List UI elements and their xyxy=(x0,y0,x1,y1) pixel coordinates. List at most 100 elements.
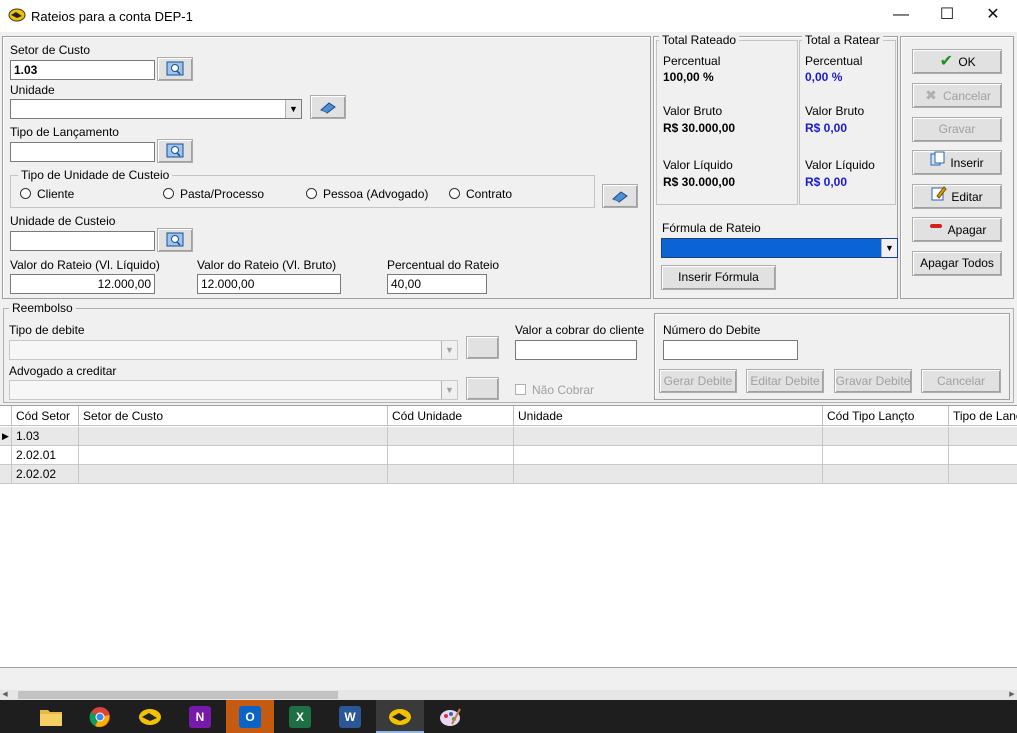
col-header-cod-tipo-lancto[interactable]: Cód Tipo Lançto xyxy=(823,406,949,426)
advogado-select[interactable]: ▼ xyxy=(9,380,458,400)
unidade-clear-button[interactable] xyxy=(310,95,346,119)
formula-select[interactable]: ▼ xyxy=(661,238,898,258)
scroll-right-icon[interactable]: ▶ xyxy=(1007,691,1017,699)
taskbar-paint[interactable] xyxy=(426,700,474,733)
cell-tipo-lancamento[interactable] xyxy=(949,446,1017,465)
gerar-debite-button[interactable]: Gerar Debite xyxy=(659,369,737,393)
status-strip xyxy=(0,667,1017,690)
editar-button[interactable]: Editar xyxy=(912,184,1002,209)
tipo-debite-select[interactable]: ▼ xyxy=(9,340,458,360)
col-header-cod-setor[interactable]: Cód Setor xyxy=(12,406,79,426)
apagar-todos-button[interactable]: Apagar Todos xyxy=(912,251,1002,276)
cancelar-button[interactable]: ✖ Cancelar xyxy=(912,83,1002,108)
col-header-setor-custo[interactable]: Setor de Custo xyxy=(79,406,388,426)
tipo-unidade-custeio-label: Tipo de Unidade de Custeio xyxy=(18,168,173,182)
taskbar-word[interactable]: W xyxy=(326,700,374,733)
cell-cod-tipo-lancto[interactable] xyxy=(823,465,949,484)
cell-setor-custo[interactable] xyxy=(79,465,388,484)
scroll-left-icon[interactable]: ◀ xyxy=(0,691,10,699)
table-row[interactable]: 2.02.02 xyxy=(0,465,1017,484)
a-ratear-percentual-label: Percentual xyxy=(805,54,863,68)
radio-pessoa-label: Pessoa (Advogado) xyxy=(323,187,429,201)
editar-debite-button[interactable]: Editar Debite xyxy=(746,369,824,393)
cell-unidade[interactable] xyxy=(514,465,823,484)
valor-cobrar-input[interactable] xyxy=(515,340,637,360)
unidade-custeio-search-button[interactable] xyxy=(157,228,193,252)
radio-pessoa-advogado[interactable]: Pessoa (Advogado) xyxy=(306,187,428,201)
tipo-debite-label: Tipo de debite xyxy=(9,323,85,337)
radio-contrato[interactable]: Contrato xyxy=(449,187,512,201)
cancelar-debite-button[interactable]: Cancelar xyxy=(921,369,1001,393)
close-button[interactable]: ✕ xyxy=(970,0,1016,32)
percentual-label: Percentual do Rateio xyxy=(387,258,500,272)
gravar-debite-button[interactable]: Gravar Debite xyxy=(834,369,912,393)
ok-button[interactable]: ✔ OK xyxy=(912,49,1002,74)
setor-custo-search-button[interactable] xyxy=(157,57,193,81)
handshake-icon xyxy=(389,709,411,725)
unidade-select[interactable]: ▼ xyxy=(10,99,302,119)
taskbar-chrome[interactable] xyxy=(76,700,124,733)
minimize-button[interactable]: — xyxy=(878,0,924,32)
a-ratear-liquido-value: R$ 0,00 xyxy=(805,175,848,189)
valor-liquido-input[interactable]: 12.000,00 xyxy=(10,274,155,294)
unidade-custeio-input[interactable] xyxy=(10,231,155,251)
chevron-down-icon: ▼ xyxy=(441,381,457,399)
cell-unidade[interactable] xyxy=(514,446,823,465)
percentual-input[interactable]: 40,00 xyxy=(387,274,487,294)
cell-cod-tipo-lancto[interactable] xyxy=(823,427,949,446)
tipo-unidade-clear-button[interactable] xyxy=(602,184,638,208)
unidade-custeio-label: Unidade de Custeio xyxy=(10,214,116,228)
valor-bruto-input[interactable]: 12.000,00 xyxy=(197,274,341,294)
col-header-cod-unidade[interactable]: Cód Unidade xyxy=(388,406,514,426)
row-indicator xyxy=(0,446,12,465)
editar-label: Editar xyxy=(951,190,983,204)
cell-setor-custo[interactable] xyxy=(79,427,388,446)
cell-cod-setor[interactable]: 1.03 xyxy=(12,427,79,446)
insert-document-icon xyxy=(930,151,946,175)
handshake-icon xyxy=(139,709,161,725)
cell-tipo-lancamento[interactable] xyxy=(949,427,1017,446)
tipo-lancamento-input[interactable] xyxy=(10,142,155,162)
taskbar-file-explorer[interactable] xyxy=(27,700,75,733)
apagar-todos-label: Apagar Todos xyxy=(920,256,994,270)
valor-liquido-label: Valor do Rateio (Vl. Líquido) xyxy=(10,258,160,272)
taskbar-excel[interactable]: X xyxy=(276,700,324,733)
nao-cobrar-checkbox[interactable]: Não Cobrar xyxy=(515,383,594,397)
tipo-debite-button[interactable] xyxy=(466,336,499,359)
minimize-icon: — xyxy=(893,6,909,23)
cell-unidade[interactable] xyxy=(514,427,823,446)
col-header-unidade[interactable]: Unidade xyxy=(514,406,823,426)
radio-pasta-processo[interactable]: Pasta/Processo xyxy=(163,187,264,201)
maximize-button[interactable]: ☐ xyxy=(924,0,970,32)
advogado-button[interactable] xyxy=(466,377,499,400)
radio-circle-icon xyxy=(163,188,174,199)
tipo-lancamento-search-button[interactable] xyxy=(157,139,193,163)
cell-cod-unidade[interactable] xyxy=(388,427,514,446)
cell-cod-setor[interactable]: 2.02.01 xyxy=(12,446,79,465)
table-row[interactable]: 2.02.01 xyxy=(0,446,1017,465)
table-row[interactable]: ▶ 1.03 xyxy=(0,427,1017,446)
rateios-grid[interactable]: Cód Setor Setor de Custo Cód Unidade Uni… xyxy=(0,405,1017,667)
scrollbar-thumb[interactable] xyxy=(18,691,338,699)
taskbar-legal-app-active[interactable] xyxy=(376,700,424,733)
setor-custo-label: Setor de Custo xyxy=(10,43,91,57)
cell-cod-unidade[interactable] xyxy=(388,446,514,465)
numero-debite-input[interactable] xyxy=(663,340,798,360)
taskbar-legal-app[interactable] xyxy=(126,700,174,733)
taskbar-outlook[interactable]: O xyxy=(226,700,274,733)
grid-indicator-header xyxy=(0,406,12,426)
setor-custo-input[interactable]: 1.03 xyxy=(10,60,155,80)
cell-cod-tipo-lancto[interactable] xyxy=(823,446,949,465)
cell-cod-unidade[interactable] xyxy=(388,465,514,484)
col-header-tipo-lancamento[interactable]: Tipo de Lança xyxy=(949,406,1017,426)
inserir-button[interactable]: Inserir xyxy=(912,150,1002,175)
cell-tipo-lancamento[interactable] xyxy=(949,465,1017,484)
cell-cod-setor[interactable]: 2.02.02 xyxy=(12,465,79,484)
cell-setor-custo[interactable] xyxy=(79,446,388,465)
inserir-formula-button[interactable]: Inserir Fórmula xyxy=(661,265,776,290)
apagar-button[interactable]: Apagar xyxy=(912,217,1002,242)
radio-cliente[interactable]: Cliente xyxy=(20,187,74,201)
gravar-button[interactable]: Gravar xyxy=(912,117,1002,142)
taskbar-onenote[interactable]: N xyxy=(176,700,224,733)
horizontal-scrollbar[interactable]: ◀ ▶ xyxy=(0,690,1017,700)
